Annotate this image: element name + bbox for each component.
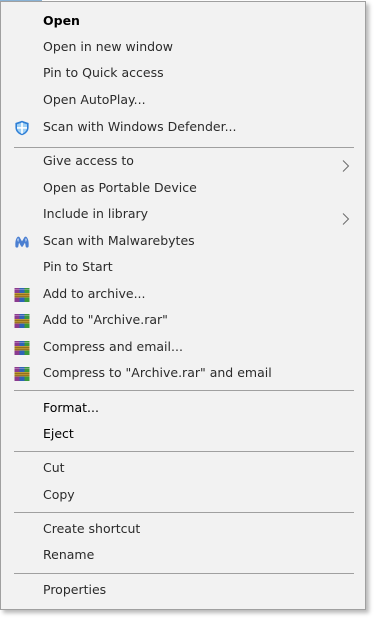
menu-item-pin-start[interactable]: Pin to Start <box>1 254 365 280</box>
menu-item-label: Pin to Start <box>43 259 113 274</box>
malwarebytes-icon <box>14 233 30 249</box>
menu-item-label: Add to archive... <box>43 286 146 301</box>
chevron-right-icon <box>342 208 350 225</box>
menu-item-label: Cut <box>43 460 65 475</box>
windows-defender-shield-icon <box>14 119 30 136</box>
menu-separator <box>14 390 354 391</box>
menu-item-open[interactable]: Open <box>1 8 365 34</box>
menu-item-label: Open in new window <box>43 39 173 54</box>
menu-item-compress-rar-email[interactable]: Compress to "Archive.rar" and email <box>1 360 365 386</box>
menu-item-create-shortcut[interactable]: Create shortcut <box>1 516 365 542</box>
menu-item-rename[interactable]: Rename <box>1 542 365 568</box>
menu-item-label: Open AutoPlay... <box>43 92 146 107</box>
menu-item-open-new-window[interactable]: Open in new window <box>1 34 365 60</box>
winrar-books-icon <box>14 339 30 355</box>
menu-item-label: Give access to <box>43 153 134 168</box>
menu-item-label: Open <box>43 13 80 28</box>
menu-item-scan-malwarebytes[interactable]: Scan with Malwarebytes <box>1 228 365 254</box>
menu-item-label: Include in library <box>43 206 149 221</box>
chevron-right-icon <box>342 155 350 172</box>
menu-item-label: Rename <box>43 547 95 562</box>
menu-item-label: Create shortcut <box>43 521 141 536</box>
winrar-books-icon <box>14 286 30 302</box>
menu-item-compress-email[interactable]: Compress and email... <box>1 334 365 360</box>
menu-item-scan-defender[interactable]: Scan with Windows Defender... <box>1 114 365 140</box>
menu-item-label: Compress to "Archive.rar" and email <box>43 365 272 380</box>
menu-item-add-archive[interactable]: Add to archive... <box>1 281 365 307</box>
menu-item-label: Scan with Windows Defender... <box>43 119 237 134</box>
menu-item-eject[interactable]: Eject <box>1 421 365 447</box>
menu-item-label: Properties <box>43 582 107 597</box>
winrar-books-icon <box>14 312 30 328</box>
menu-item-label: Pin to Quick access <box>43 65 164 80</box>
menu-separator <box>14 573 354 574</box>
menu-item-copy[interactable]: Copy <box>1 482 365 508</box>
menu-item-format[interactable]: Format... <box>1 395 365 421</box>
menu-item-properties[interactable]: Properties <box>1 577 365 603</box>
menu-item-label: Add to "Archive.rar" <box>43 312 168 327</box>
menu-item-label: Format... <box>43 400 99 415</box>
menu-item-label: Compress and email... <box>43 339 183 354</box>
menu-item-cut[interactable]: Cut <box>1 455 365 481</box>
winrar-books-icon <box>14 365 30 381</box>
menu-item-label: Copy <box>43 487 75 502</box>
context-menu: Open Open in new window Pin to Quick acc… <box>0 1 366 610</box>
menu-item-give-access[interactable]: Give access to <box>1 148 365 174</box>
menu-item-include-library[interactable]: Include in library <box>1 201 365 227</box>
menu-item-open-autoplay[interactable]: Open AutoPlay... <box>1 87 365 113</box>
menu-item-label: Open as Portable Device <box>43 180 197 195</box>
menu-separator <box>14 451 354 452</box>
menu-separator <box>14 512 354 513</box>
menu-item-pin-quick-access[interactable]: Pin to Quick access <box>1 60 365 86</box>
menu-item-label: Eject <box>43 426 74 441</box>
menu-item-label: Scan with Malwarebytes <box>43 233 195 248</box>
menu-item-add-archive-rar[interactable]: Add to "Archive.rar" <box>1 307 365 333</box>
menu-item-open-portable-device[interactable]: Open as Portable Device <box>1 175 365 201</box>
